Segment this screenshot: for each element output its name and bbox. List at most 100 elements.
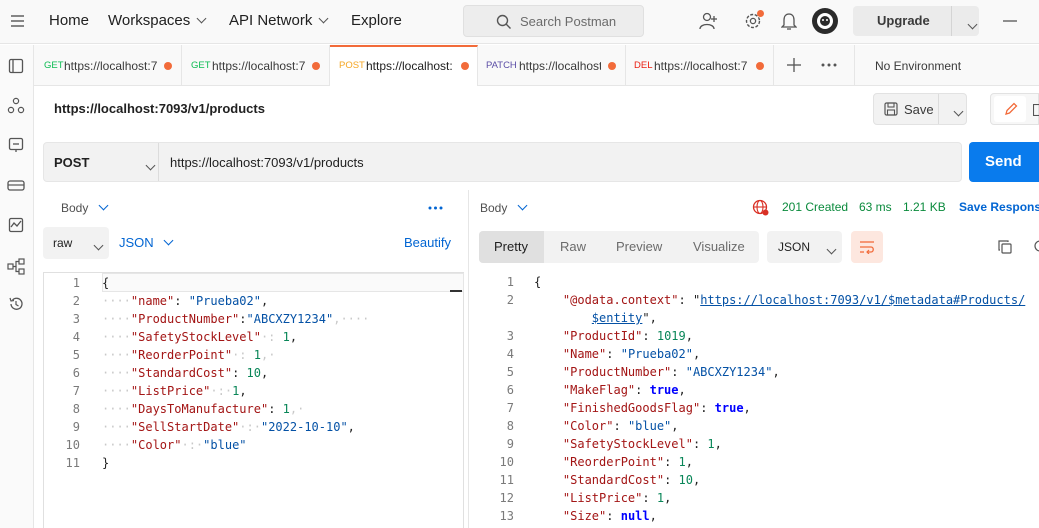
mock-servers-icon[interactable] [7, 178, 25, 192]
line-number: 10 [65, 438, 80, 452]
line-number: 3 [506, 329, 514, 343]
upgrade-divider [951, 6, 952, 36]
search-icon[interactable] [1033, 239, 1039, 255]
body-format-select[interactable]: JSON [119, 235, 174, 250]
code-line: "StandardCost": 10, [562, 473, 701, 487]
tab-preview[interactable]: Preview [616, 239, 662, 254]
code-line: "Color": "blue", [562, 419, 679, 433]
response-size[interactable]: 1.21 KB [903, 200, 946, 214]
tab-post[interactable]: POST https://localhost: [330, 45, 478, 86]
pencil-icon [1005, 102, 1018, 115]
chevron-down-icon[interactable] [145, 160, 156, 171]
line-number: 3 [72, 312, 80, 326]
copy-icon[interactable] [997, 239, 1013, 255]
beautify-button[interactable]: Beautify [404, 235, 451, 250]
chevron-down-icon[interactable] [967, 19, 978, 30]
send-button[interactable]: Send [969, 142, 1039, 182]
response-body-viewer[interactable]: 1 2 3 4 5 6 7 8 9 10 11 12 13 { "@odata.… [470, 272, 1039, 528]
line-number-gutter: 1 2 3 4 5 6 7 8 9 10 11 [44, 273, 94, 528]
chevron-down-icon [98, 200, 109, 211]
body-mode-select[interactable]: raw [43, 227, 109, 259]
save-button[interactable]: Save [873, 93, 967, 125]
line-number: 7 [72, 384, 80, 398]
response-body-tab[interactable]: Body [480, 200, 528, 215]
line-number: 7 [506, 401, 514, 415]
code-line: $entity", [591, 311, 657, 325]
request-body-editor[interactable]: 1 2 3 4 5 6 7 8 9 10 11 {····"name": "Pr… [43, 272, 464, 528]
tab-url: https://localhost [519, 59, 601, 73]
tab-pretty[interactable]: Pretty [479, 231, 544, 263]
nav-api-network-label: API Network [229, 12, 313, 29]
code-line: "ReorderPoint": 1, [562, 455, 693, 469]
flows-icon[interactable] [7, 257, 25, 275]
upgrade-button[interactable]: Upgrade [853, 6, 979, 36]
line-number: 11 [65, 456, 80, 470]
url-input[interactable]: https://localhost:7093/v1/products [170, 155, 364, 170]
tab-delete[interactable]: DEL https://localhost:7 [626, 45, 774, 86]
line-number: 6 [506, 383, 514, 397]
line-number: 5 [72, 348, 80, 362]
environment-select[interactable]: No Environment [875, 59, 961, 73]
request-body-tab[interactable]: Body [61, 200, 109, 215]
code-line: ····"SellStartDate"·:·"2022-10-10", [102, 420, 355, 434]
tab-url: https://localhost:7 [64, 59, 158, 73]
line-number: 9 [506, 437, 514, 451]
chevron-down-icon [318, 13, 329, 24]
tab-raw[interactable]: Raw [560, 239, 586, 254]
avatar[interactable] [812, 8, 838, 34]
monitors-icon[interactable] [8, 217, 24, 233]
history-icon[interactable] [8, 296, 24, 312]
env-divider [854, 45, 855, 85]
more-tabs-icon[interactable] [821, 63, 837, 67]
tab-patch[interactable]: PATCH https://localhost [478, 45, 626, 86]
save-response-button[interactable]: Save Respons [959, 200, 1039, 214]
wrap-lines-button[interactable] [851, 231, 883, 263]
settings-icon[interactable] [743, 10, 764, 31]
docs-icon[interactable] [1033, 104, 1039, 116]
new-tab-icon[interactable] [787, 58, 801, 72]
response-view-tabs: Pretty Raw Preview Visualize [479, 231, 759, 263]
unsaved-dot [164, 62, 172, 70]
pane-divider[interactable] [468, 190, 469, 528]
edit-tab[interactable] [994, 96, 1026, 122]
tab-get-2[interactable]: GET https://localhost:7 [182, 45, 330, 86]
minimize-icon[interactable] [1003, 20, 1017, 23]
network-globe-icon[interactable] [752, 199, 770, 217]
tab-visualize[interactable]: Visualize [693, 239, 745, 254]
collections-icon[interactable] [8, 58, 24, 74]
menu-icon[interactable] [10, 14, 25, 28]
chevron-down-icon [93, 240, 104, 251]
chevron-down-icon[interactable] [953, 106, 964, 117]
tab-method: DEL [634, 60, 653, 71]
code-line: ····"name": "Prueba02", [102, 294, 269, 308]
apis-icon[interactable] [7, 97, 25, 115]
chevron-down-icon [163, 235, 174, 246]
environments-icon[interactable] [8, 137, 24, 153]
response-time[interactable]: 63 ms [859, 200, 892, 214]
line-number: 6 [72, 366, 80, 380]
nav-workspaces[interactable]: Workspaces [108, 12, 207, 29]
response-format-select[interactable]: JSON [767, 231, 842, 263]
line-number: 2 [506, 293, 514, 307]
search-input[interactable]: Search Postman [463, 5, 644, 37]
code-line: "ProductNumber": "ABCXZY1234", [562, 365, 780, 379]
request-title[interactable]: https://localhost:7093/v1/products [54, 101, 265, 116]
url-bar: POST https://localhost:7093/v1/products [43, 142, 962, 182]
bell-icon[interactable] [781, 12, 797, 30]
request-tabs: GET https://localhost:7 GET https://loca… [34, 45, 1039, 86]
tab-method: GET [44, 60, 64, 71]
body-format-label: JSON [119, 235, 154, 250]
unsaved-dot [461, 62, 469, 70]
method-select[interactable]: POST [54, 155, 89, 170]
invite-user-icon[interactable] [699, 12, 719, 30]
wrap-lines-icon [860, 241, 874, 254]
line-number: 1 [72, 276, 80, 290]
line-number: 9 [72, 420, 80, 434]
more-options-icon[interactable] [428, 206, 443, 210]
status-code[interactable]: 201 Created [782, 200, 848, 214]
nav-api-network[interactable]: API Network [229, 12, 329, 29]
nav-home[interactable]: Home [49, 12, 89, 29]
nav-explore[interactable]: Explore [351, 12, 402, 29]
tab-get-1[interactable]: GET https://localhost:7 [34, 45, 182, 86]
line-number: 11 [499, 473, 514, 487]
